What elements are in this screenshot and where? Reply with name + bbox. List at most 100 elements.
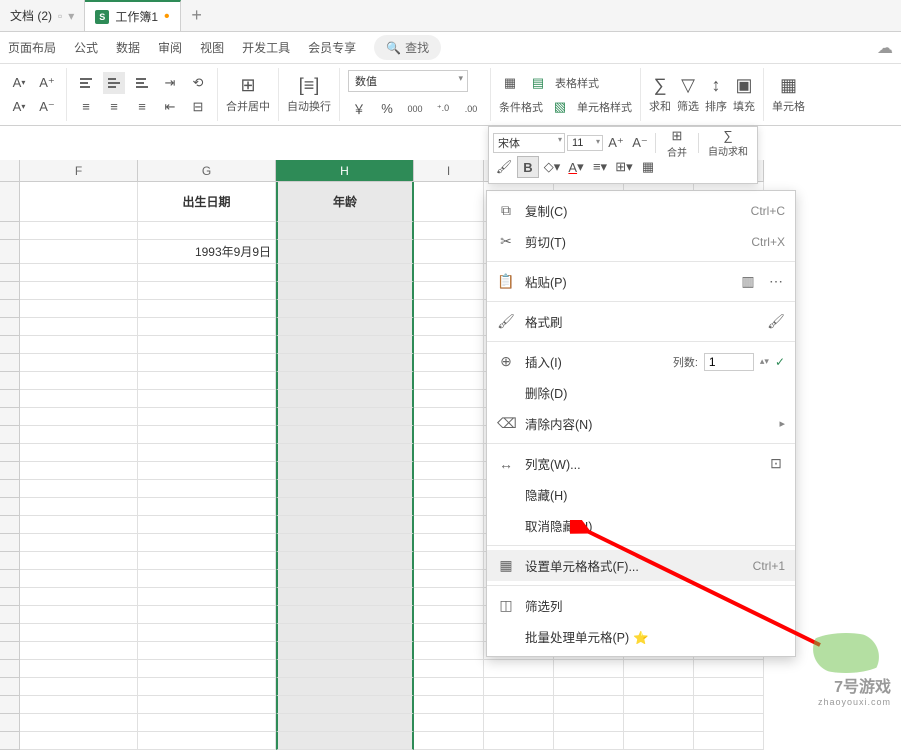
cell[interactable] (414, 222, 484, 240)
cells-button[interactable]: ▦单元格 (772, 71, 805, 119)
doc-tab[interactable]: 文档 (2) ▫ ▾ (0, 0, 85, 31)
cell[interactable] (484, 714, 554, 732)
cell[interactable]: 1993年9月9日 (138, 240, 276, 264)
cell[interactable] (414, 696, 484, 714)
cell[interactable] (276, 498, 414, 516)
cell[interactable] (414, 552, 484, 570)
cell[interactable] (414, 182, 484, 222)
cell[interactable] (414, 300, 484, 318)
ctx-batch[interactable]: 批量处理单元格(P)⭐ (487, 621, 795, 652)
cell[interactable] (20, 624, 138, 642)
cell[interactable] (276, 318, 414, 336)
cell[interactable] (414, 390, 484, 408)
cell[interactable] (414, 336, 484, 354)
cell[interactable] (138, 498, 276, 516)
col-header-F[interactable]: F (20, 160, 138, 182)
cell[interactable] (276, 642, 414, 660)
ctx-filter-col[interactable]: ◫ 筛选列 (487, 590, 795, 621)
currency-button[interactable]: ￥ (348, 98, 370, 120)
percent-button[interactable]: % (376, 98, 398, 120)
cell[interactable] (276, 372, 414, 390)
cell[interactable] (554, 696, 624, 714)
cell[interactable] (138, 642, 276, 660)
row-header[interactable] (0, 318, 20, 336)
cell[interactable] (276, 660, 414, 678)
row-header[interactable] (0, 552, 20, 570)
confirm-icon[interactable]: ✓ (775, 355, 785, 369)
cell[interactable] (138, 606, 276, 624)
mini-autosum-button[interactable]: ∑ 自动求和 (703, 132, 753, 154)
cell[interactable] (20, 264, 138, 282)
cell[interactable] (414, 282, 484, 300)
cell[interactable] (414, 240, 484, 264)
row-header[interactable] (0, 372, 20, 390)
cell[interactable] (20, 714, 138, 732)
col-header-G[interactable]: G (138, 160, 276, 182)
mini-grow-font-button[interactable]: A⁺ (605, 132, 627, 154)
cell[interactable] (138, 264, 276, 282)
cell[interactable] (276, 588, 414, 606)
align-center-button[interactable]: ≡ (103, 96, 125, 118)
cell[interactable] (484, 696, 554, 714)
menu-formula[interactable]: 公式 (74, 39, 98, 56)
merge-center-button[interactable]: ⊞ 合并居中 (226, 71, 270, 119)
font-size-grow-button[interactable]: A⁺ (36, 72, 58, 94)
cell[interactable] (484, 732, 554, 750)
cell[interactable] (20, 588, 138, 606)
cell[interactable] (138, 300, 276, 318)
cell[interactable] (138, 624, 276, 642)
cell[interactable] (138, 714, 276, 732)
ctx-format-cells[interactable]: ▦ 设置单元格格式(F)... Ctrl+1 (487, 550, 795, 581)
cell[interactable] (414, 606, 484, 624)
ctx-col-width[interactable]: ↔ 列宽(W)... ⊡ (487, 448, 795, 479)
cell[interactable] (138, 696, 276, 714)
cell[interactable]: 出生日期 (138, 182, 276, 222)
row-header[interactable] (0, 732, 20, 750)
menu-view[interactable]: 视图 (200, 39, 224, 56)
cloud-sync-icon[interactable]: ☁ (877, 38, 893, 58)
more-icon[interactable]: ⋯ (767, 273, 785, 290)
cell[interactable] (138, 390, 276, 408)
mini-size-select[interactable]: 11 (567, 135, 603, 151)
ctx-clear[interactable]: ⌫ 清除内容(N) ▸ (487, 408, 795, 439)
ctx-cut[interactable]: ✂ 剪切(T) Ctrl+X (487, 226, 795, 257)
cell[interactable] (276, 444, 414, 462)
cell[interactable] (414, 462, 484, 480)
cell[interactable] (20, 354, 138, 372)
cell[interactable] (276, 516, 414, 534)
row-header[interactable] (0, 570, 20, 588)
cell[interactable] (414, 498, 484, 516)
cell[interactable] (138, 516, 276, 534)
ctx-insert[interactable]: ⊕ 插入(I) 列数: ▴▾ ✓ (487, 346, 795, 377)
row-header[interactable] (0, 498, 20, 516)
cell[interactable] (138, 354, 276, 372)
mini-font-select[interactable]: 宋体 (493, 133, 565, 153)
mini-merge-button[interactable]: ⊞ 合并 (660, 132, 694, 154)
orientation-button[interactable]: ⟲ (187, 72, 209, 94)
cell[interactable] (414, 588, 484, 606)
cell[interactable] (414, 516, 484, 534)
cell[interactable] (138, 552, 276, 570)
cell[interactable] (138, 444, 276, 462)
cell[interactable] (414, 642, 484, 660)
cell[interactable] (414, 426, 484, 444)
cell[interactable] (20, 480, 138, 498)
cell[interactable] (414, 678, 484, 696)
cell[interactable] (20, 336, 138, 354)
cell[interactable] (138, 408, 276, 426)
menu-member[interactable]: 会员专享 (308, 39, 356, 56)
mini-fill-color-button[interactable]: ◇▾ (541, 156, 563, 178)
cell[interactable] (20, 372, 138, 390)
row-header[interactable] (0, 264, 20, 282)
cell[interactable] (138, 570, 276, 588)
cell[interactable] (276, 732, 414, 750)
cell[interactable] (138, 732, 276, 750)
cell[interactable] (624, 696, 694, 714)
cell[interactable] (276, 696, 414, 714)
cell[interactable] (414, 660, 484, 678)
menu-data[interactable]: 数据 (116, 39, 140, 56)
ctx-paste[interactable]: 📋 粘贴(P) ▥ ⋯ (487, 266, 795, 297)
mini-align-button[interactable]: ≡▾ (589, 156, 611, 178)
cell[interactable] (20, 678, 138, 696)
cell[interactable] (138, 318, 276, 336)
